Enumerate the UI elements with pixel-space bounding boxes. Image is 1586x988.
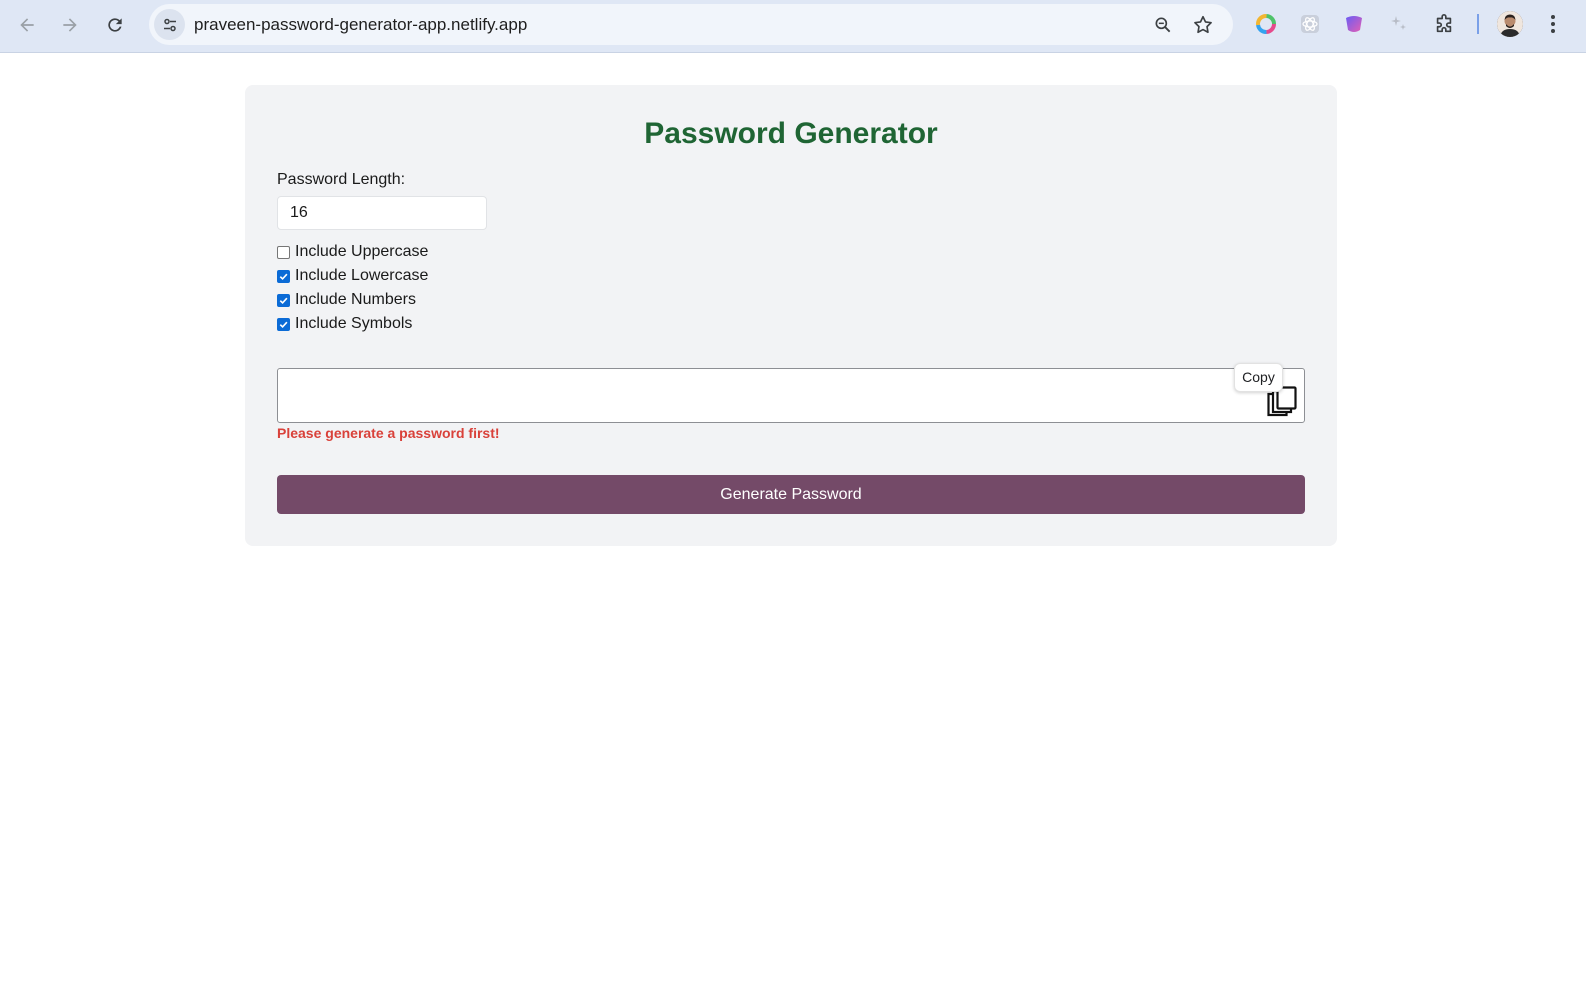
back-button[interactable]: [10, 8, 44, 42]
reload-icon: [108, 18, 122, 32]
error-message: Please generate a password first!: [277, 425, 500, 441]
uppercase-checkbox[interactable]: [277, 245, 290, 259]
lowercase-label: Include Lowercase: [295, 267, 429, 284]
browser-menu-button[interactable]: [1541, 12, 1565, 36]
password-generator-card: Password Generator Password Length: Incl…: [245, 85, 1337, 546]
reload-button[interactable]: [98, 8, 132, 42]
length-label: Password Length:: [277, 171, 406, 188]
extensions-button[interactable]: [1432, 12, 1456, 36]
extension-sparkle-icon[interactable]: [1387, 12, 1411, 36]
extension-color-icon[interactable]: [1254, 12, 1278, 36]
zoom-icon: [1155, 17, 1171, 33]
check-icon: [279, 321, 288, 328]
numbers-checkbox[interactable]: [277, 293, 290, 307]
uppercase-label: Include Uppercase: [295, 243, 429, 260]
url-text[interactable]: praveen-password-generator-app.netlify.a…: [194, 4, 527, 45]
forward-button[interactable]: [53, 8, 87, 42]
toolbar-divider: [1477, 14, 1479, 34]
symbols-label: Include Symbols: [295, 315, 413, 332]
extension-gradient-icon[interactable]: [1342, 12, 1366, 36]
arrow-left-icon: [20, 18, 34, 32]
star-icon: [1194, 15, 1212, 34]
check-icon: [279, 297, 288, 304]
generate-password-button[interactable]: Generate Password: [277, 475, 1305, 514]
check-icon: [279, 273, 288, 280]
bookmark-button[interactable]: [1191, 13, 1215, 37]
symbols-checkbox[interactable]: [277, 317, 290, 331]
lowercase-checkbox[interactable]: [277, 269, 290, 283]
site-info-button[interactable]: [154, 9, 185, 40]
tune-icon: [163, 18, 176, 31]
page-title: Password Generator: [644, 117, 938, 150]
zoom-button[interactable]: [1151, 13, 1175, 37]
address-bar[interactable]: praveen-password-generator-app.netlify.a…: [149, 4, 1233, 45]
password-output[interactable]: [277, 368, 1305, 423]
profile-avatar[interactable]: [1497, 11, 1523, 37]
option-numbers[interactable]: Include Numbers: [277, 290, 416, 310]
copy-tooltip: Copy: [1234, 363, 1283, 392]
option-symbols[interactable]: Include Symbols: [277, 314, 412, 334]
numbers-label: Include Numbers: [295, 291, 416, 308]
puzzle-icon: [1436, 14, 1452, 33]
option-uppercase[interactable]: Include Uppercase: [277, 242, 428, 262]
arrow-right-icon: [63, 18, 77, 32]
length-input[interactable]: [277, 196, 487, 230]
more-vert-icon: [1551, 15, 1555, 33]
browser-toolbar: praveen-password-generator-app.netlify.a…: [0, 0, 1586, 53]
extension-react-icon[interactable]: [1298, 12, 1322, 36]
option-lowercase[interactable]: Include Lowercase: [277, 266, 428, 286]
